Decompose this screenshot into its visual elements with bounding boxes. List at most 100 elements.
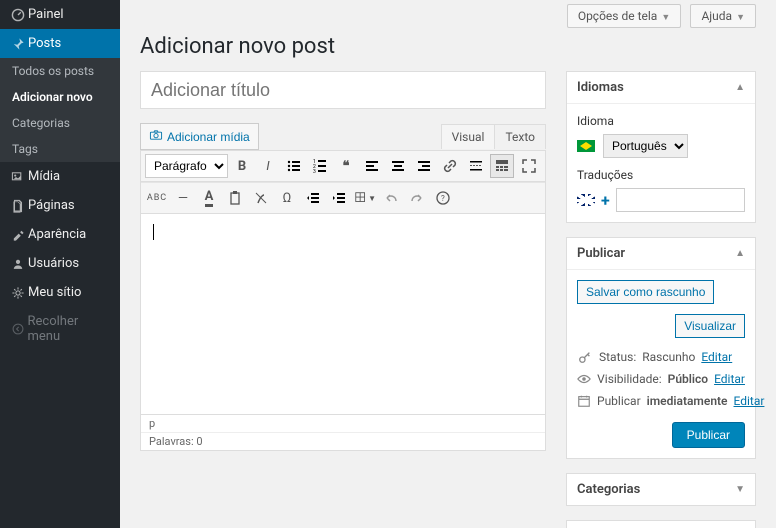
collapse-icon: [8, 322, 28, 336]
sidebar-item-posts[interactable]: Posts: [0, 29, 120, 58]
editor-toolbar-2: ABC — A Ω ▼ ?: [141, 182, 545, 214]
fullscreen-button[interactable]: [517, 154, 541, 178]
undo-button[interactable]: [379, 186, 403, 210]
chevron-down-icon: ▼: [736, 13, 745, 23]
sidebar-item-appearance[interactable]: Aparência: [0, 220, 120, 249]
submenu-tags[interactable]: Tags: [0, 136, 120, 162]
blockquote-button[interactable]: ❝: [334, 154, 358, 178]
sidebar-item-dashboard[interactable]: Painel: [0, 0, 120, 29]
status-label: Status:: [599, 350, 636, 364]
chevron-up-icon: ▲: [735, 248, 745, 259]
tags-metabox: Tags ▼: [566, 520, 756, 528]
language-select[interactable]: Português: [603, 134, 688, 158]
tags-heading[interactable]: Tags ▼: [567, 521, 755, 528]
page-title: Adicionar novo post: [140, 34, 756, 59]
svg-text:?: ?: [441, 194, 445, 203]
align-left-button[interactable]: [360, 154, 384, 178]
schedule-value: imediatamente: [647, 394, 728, 408]
sidebar-item-users[interactable]: Usuários: [0, 249, 120, 278]
sidebar-label: Páginas: [28, 198, 75, 213]
calendar-icon: [577, 394, 591, 408]
visibility-label: Visibilidade:: [597, 372, 662, 386]
sidebar-item-pages[interactable]: Páginas: [0, 191, 120, 220]
admin-sidebar: Painel Posts Todos os posts Adicionar no…: [0, 0, 120, 528]
preview-button[interactable]: Visualizar: [675, 314, 745, 338]
sidebar-label: Aparência: [28, 227, 86, 242]
chevron-up-icon: ▲: [735, 82, 745, 93]
text-color-button[interactable]: A: [197, 186, 221, 210]
format-select[interactable]: Parágrafo: [145, 154, 228, 178]
sidebar-label: Mídia: [28, 169, 60, 184]
bullet-list-button[interactable]: [282, 154, 306, 178]
dashboard-icon: [8, 8, 28, 22]
word-count: Palavras: 0: [141, 433, 545, 450]
media-icon: [8, 170, 28, 184]
translations-label: Traduções: [577, 168, 745, 182]
language-label: Idioma: [577, 114, 745, 128]
help-icon-button[interactable]: ?: [431, 186, 455, 210]
hr-button[interactable]: —: [171, 186, 195, 210]
sidebar-label: Usuários: [28, 256, 79, 271]
sidebar-item-settings[interactable]: Meu sítio: [0, 278, 120, 307]
sidebar-item-media[interactable]: Mídia: [0, 162, 120, 191]
settings-icon: [8, 286, 28, 300]
link-button[interactable]: [438, 154, 462, 178]
publish-heading[interactable]: Publicar ▲: [567, 238, 755, 270]
languages-heading[interactable]: Idiomas ▲: [567, 72, 755, 104]
toolbar-toggle-button[interactable]: [490, 154, 514, 178]
more-button[interactable]: [464, 154, 488, 178]
strikethrough-button[interactable]: ABC: [145, 186, 169, 210]
categories-heading[interactable]: Categorias ▼: [567, 474, 755, 505]
key-icon: [577, 350, 593, 364]
tab-visual[interactable]: Visual: [442, 125, 496, 149]
visibility-value: Público: [668, 372, 708, 386]
submenu-categories[interactable]: Categorias: [0, 110, 120, 136]
chevron-down-icon: ▼: [661, 13, 670, 23]
clear-formatting-button[interactable]: [249, 186, 273, 210]
flag-uk-icon: [577, 194, 595, 206]
editor-canvas[interactable]: [141, 214, 545, 414]
numbered-list-button[interactable]: 123: [308, 154, 332, 178]
edit-status-link[interactable]: Editar: [701, 350, 732, 364]
sidebar-label: Meu sítio: [28, 285, 81, 300]
align-center-button[interactable]: [386, 154, 410, 178]
align-right-button[interactable]: [412, 154, 436, 178]
translation-input[interactable]: [616, 188, 745, 212]
element-path: p: [141, 415, 545, 433]
status-value: Rascunho: [642, 350, 695, 364]
outdent-button[interactable]: [301, 186, 325, 210]
text-cursor: [153, 224, 154, 240]
post-title-input[interactable]: [140, 71, 546, 109]
categories-metabox: Categorias ▼: [566, 473, 756, 506]
pin-icon: [8, 37, 28, 51]
tab-text[interactable]: Texto: [495, 125, 545, 149]
italic-button[interactable]: I: [256, 154, 280, 178]
appearance-icon: [8, 228, 28, 242]
table-button[interactable]: ▼: [353, 186, 377, 210]
editor-statusbar: p Palavras: 0: [141, 414, 545, 450]
edit-visibility-link[interactable]: Editar: [714, 372, 745, 386]
schedule-label: Publicar: [597, 394, 641, 408]
main-content: Opções de tela▼ Ajuda▼ Adicionar novo po…: [120, 0, 776, 528]
posts-submenu: Todos os posts Adicionar novo Categorias…: [0, 58, 120, 162]
submenu-add-new[interactable]: Adicionar novo: [0, 84, 120, 110]
add-translation-button[interactable]: +: [601, 191, 610, 210]
edit-schedule-link[interactable]: Editar: [734, 394, 765, 408]
page-icon: [8, 199, 28, 213]
sidebar-label: Painel: [28, 7, 64, 22]
publish-button[interactable]: Publicar: [672, 422, 745, 448]
bold-button[interactable]: B: [230, 154, 254, 178]
indent-button[interactable]: [327, 186, 351, 210]
save-draft-button[interactable]: Salvar como rascunho: [577, 280, 714, 304]
flag-brazil-icon: [577, 140, 595, 152]
add-media-button[interactable]: Adicionar mídia: [140, 123, 259, 150]
publish-metabox: Publicar ▲ Salvar como rascunho Visualiz…: [566, 237, 756, 459]
help-button[interactable]: Ajuda▼: [690, 4, 756, 28]
special-char-button[interactable]: Ω: [275, 186, 299, 210]
screen-options-button[interactable]: Opções de tela▼: [567, 4, 681, 28]
submenu-all-posts[interactable]: Todos os posts: [0, 58, 120, 84]
redo-button[interactable]: [405, 186, 429, 210]
paste-text-button[interactable]: [223, 186, 247, 210]
sidebar-item-collapse[interactable]: Recolher menu: [0, 307, 120, 351]
sidebar-label: Recolher menu: [28, 314, 112, 344]
